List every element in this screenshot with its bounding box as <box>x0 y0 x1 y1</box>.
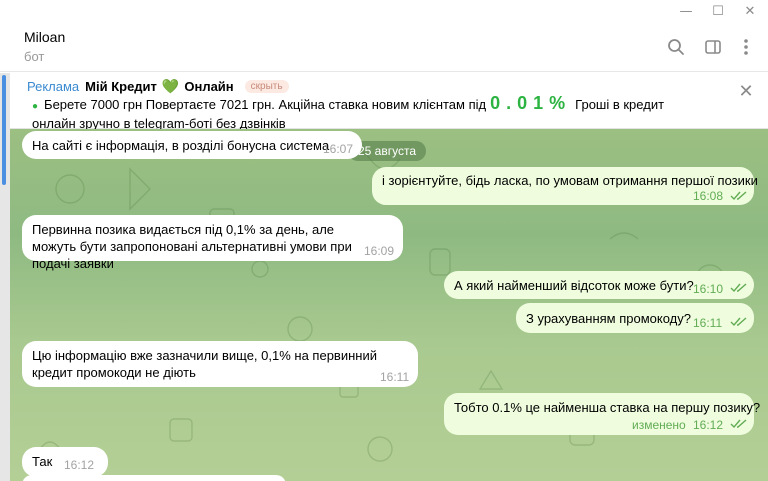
close-window-button[interactable]: ✕ <box>734 0 766 22</box>
message-incoming[interactable]: Цю інформацію вже зазначили вище, 0,1% н… <box>22 341 418 387</box>
chat-title[interactable]: Miloan <box>24 29 65 45</box>
message-incoming-partial[interactable] <box>22 475 286 481</box>
message-time: 16:08 <box>693 189 724 203</box>
scroll-accent[interactable] <box>2 75 6 185</box>
message-edited-label: изменено <box>632 418 686 432</box>
message-text: З урахуванням промокоду? <box>526 311 691 326</box>
message-time: 16:11 <box>380 370 410 384</box>
read-checkmarks-icon <box>730 283 747 293</box>
message-incoming[interactable]: Так 16:12 <box>22 447 108 477</box>
ad-text-part1: Берете 7000 грн Повертаєте 7021 грн. Акц… <box>44 97 487 112</box>
green-heart-icon: 💚 <box>161 78 180 94</box>
sidebar-toggle-icon[interactable] <box>702 36 724 58</box>
ad-header: Реклама Мій Кредит 💚 Онлайн скрыть <box>27 78 289 95</box>
message-text: Первинна позика видається під 0,1% за де… <box>32 222 352 271</box>
message-time: 16:07 <box>323 142 354 156</box>
message-time: 16:12 <box>693 418 724 432</box>
chat-header: Miloan бот <box>0 22 768 72</box>
message-text: Цю інформацію вже зазначили вище, 0,1% н… <box>32 348 377 380</box>
message-outgoing[interactable]: А який найменший відсоток може бути? 16:… <box>444 271 754 299</box>
message-text: На сайті є інформація, в розділі бонусна… <box>32 138 330 153</box>
message-outgoing[interactable]: З урахуванням промокоду? 16:11 <box>516 303 754 333</box>
message-incoming[interactable]: Первинна позика видається під 0,1% за де… <box>22 215 403 271</box>
message-text: Тобто 0.1% це найменша ставка на першу п… <box>454 400 761 415</box>
message-time: 16:12 <box>64 458 95 472</box>
chat-status: бот <box>24 49 45 64</box>
message-time: 16:09 <box>364 244 395 258</box>
message-outgoing[interactable]: Тобто 0.1% це найменша ставка на першу п… <box>444 393 760 435</box>
ad-title: Мій Кредит <box>85 79 157 94</box>
ad-title-suffix: Онлайн <box>184 79 234 94</box>
ad-tag: Реклама <box>27 79 80 94</box>
close-ad-icon[interactable]: ✕ <box>736 81 756 101</box>
message-text: Так <box>32 454 53 469</box>
message-outgoing[interactable]: і зорієнтуйте, бідь ласка, по умовам отр… <box>372 167 758 205</box>
window-titlebar: — ☐ ✕ <box>0 0 768 22</box>
message-time: 16:10 <box>693 282 724 296</box>
message-text: А який найменший відсоток може бути? <box>454 278 694 293</box>
message-incoming[interactable]: На сайті є інформація, в розділі бонусна… <box>22 131 362 159</box>
minimize-button[interactable]: — <box>670 0 702 22</box>
maximize-button[interactable]: ☐ <box>702 0 734 22</box>
hide-ad-button[interactable]: скрыть <box>244 80 289 93</box>
read-checkmarks-icon <box>730 191 747 201</box>
sponsored-banner[interactable]: Реклама Мій Кредит 💚 Онлайн скрыть ● Бере… <box>0 73 768 132</box>
ad-body: ● Берете 7000 грн Повертаєте 7021 грн. Ак… <box>32 93 692 132</box>
ad-rate: 0.01% <box>490 93 572 113</box>
read-checkmarks-icon <box>730 317 747 327</box>
read-checkmarks-icon <box>730 419 747 429</box>
search-icon[interactable] <box>665 36 687 58</box>
message-list[interactable]: 25 августа На сайті є інформація, в розд… <box>10 129 768 481</box>
green-dot-icon: ● <box>32 101 39 112</box>
message-time: 16:11 <box>693 316 723 330</box>
message-text: і зорієнтуйте, бідь ласка, по умовам отр… <box>382 173 758 188</box>
more-options-icon[interactable] <box>735 36 757 58</box>
